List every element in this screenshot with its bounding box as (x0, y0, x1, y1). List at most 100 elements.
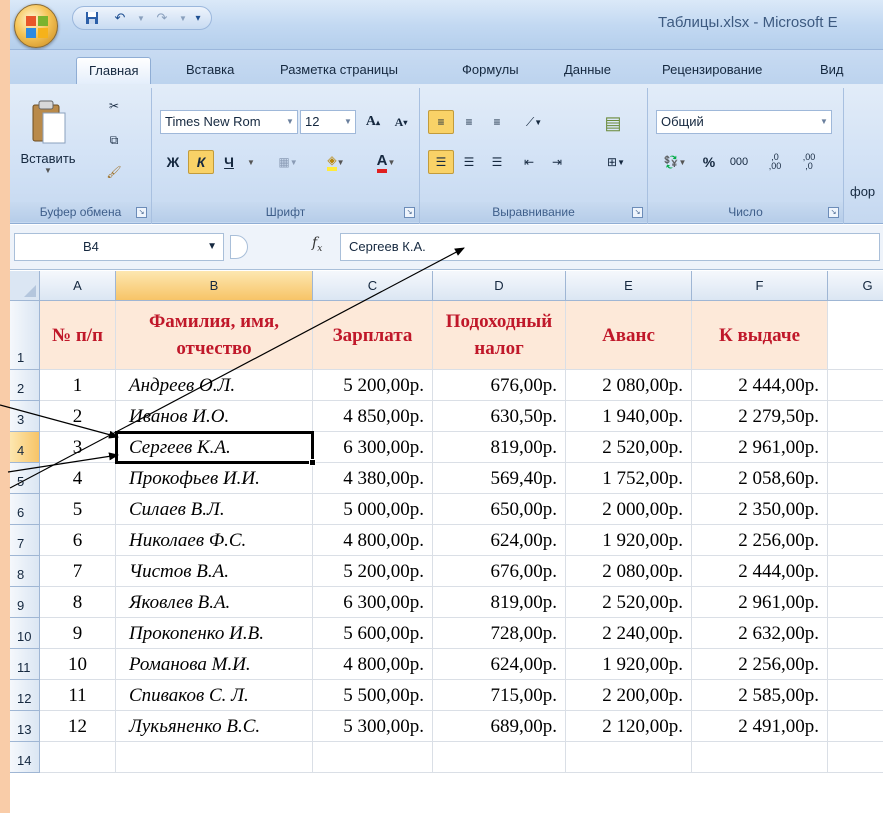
cell-number[interactable]: 9 (40, 618, 116, 649)
cell-income-tax[interactable]: 819,00р. (433, 587, 566, 618)
tab-review[interactable]: Рецензирование (650, 57, 774, 84)
cell-payout[interactable]: 2 058,60р. (692, 463, 828, 494)
cell-payout[interactable]: 2 256,00р. (692, 525, 828, 556)
row-header-3[interactable]: 3 (10, 401, 40, 432)
cell-advance[interactable]: 2 000,00р. (566, 494, 692, 525)
header-number[interactable]: № п/п (40, 301, 116, 370)
cell-full-name[interactable]: Спиваков С. Л. (116, 680, 313, 711)
formula-bar-resize-handle[interactable] (230, 235, 248, 259)
cell-income-tax[interactable]: 630,50р. (433, 401, 566, 432)
cell-advance[interactable]: 2 080,00р. (566, 370, 692, 401)
office-button[interactable] (14, 4, 58, 48)
cell-salary[interactable]: 4 380,00р. (313, 463, 433, 494)
undo-icon[interactable]: ↶ (109, 9, 131, 27)
row-header-1[interactable]: 1 (10, 301, 40, 370)
cell-number[interactable]: 6 (40, 525, 116, 556)
row-header-2[interactable]: 2 (10, 370, 40, 401)
cell-salary[interactable]: 4 800,00р. (313, 525, 433, 556)
borders-icon[interactable]: ▦ ▼ (268, 150, 308, 174)
cell-payout[interactable]: 2 585,00р. (692, 680, 828, 711)
save-icon[interactable] (81, 9, 103, 27)
dropdown-icon[interactable]: ▼ (244, 150, 258, 174)
cell-advance[interactable]: 1 752,00р. (566, 463, 692, 494)
table-cell[interactable] (828, 649, 883, 680)
tab-page-layout[interactable]: Разметка страницы (268, 57, 410, 84)
paste-button[interactable]: Вставить ▼ (16, 92, 80, 182)
table-cell[interactable] (828, 432, 883, 463)
row-header-5[interactable]: 5 (10, 463, 40, 494)
column-header-f[interactable]: F (692, 271, 828, 301)
decrease-decimal-icon[interactable]: ,00,0 (794, 150, 824, 174)
row-header-9[interactable]: 9 (10, 587, 40, 618)
tab-view[interactable]: Вид (808, 57, 856, 84)
cell-income-tax[interactable]: 819,00р. (433, 432, 566, 463)
header-payout[interactable]: К выдаче (692, 301, 828, 370)
column-header-c[interactable]: C (313, 271, 433, 301)
cell-payout[interactable]: 2 961,00р. (692, 432, 828, 463)
cell-full-name[interactable]: Николаев Ф.С. (116, 525, 313, 556)
header-advance[interactable]: Аванс (566, 301, 692, 370)
table-cell[interactable] (828, 618, 883, 649)
cell-payout[interactable]: 2 444,00р. (692, 370, 828, 401)
table-cell[interactable] (433, 742, 566, 773)
cell-payout[interactable]: 2 279,50р. (692, 401, 828, 432)
cell-number[interactable]: 8 (40, 587, 116, 618)
row-header-12[interactable]: 12 (10, 680, 40, 711)
cell-income-tax[interactable]: 624,00р. (433, 649, 566, 680)
underline-button[interactable]: Ч (216, 150, 242, 174)
name-box[interactable]: B4 ▼ (14, 233, 224, 261)
cell-number[interactable]: 1 (40, 370, 116, 401)
table-cell[interactable] (40, 742, 116, 773)
table-cell[interactable] (828, 370, 883, 401)
row-header-7[interactable]: 7 (10, 525, 40, 556)
cell-income-tax[interactable]: 715,00р. (433, 680, 566, 711)
row-header-14[interactable]: 14 (10, 742, 40, 773)
fill-handle[interactable] (309, 459, 316, 466)
cell-salary[interactable]: 5 500,00р. (313, 680, 433, 711)
customize-qat-icon[interactable]: ▾ (193, 9, 203, 27)
cell-salary[interactable]: 5 600,00р. (313, 618, 433, 649)
cell-advance[interactable]: 1 920,00р. (566, 649, 692, 680)
dropdown-icon[interactable]: ▼ (179, 9, 187, 27)
cell-advance[interactable]: 1 920,00р. (566, 525, 692, 556)
cell-salary[interactable]: 5 000,00р. (313, 494, 433, 525)
cell-income-tax[interactable]: 728,00р. (433, 618, 566, 649)
cell-income-tax[interactable]: 569,40р. (433, 463, 566, 494)
cell-payout[interactable]: 2 256,00р. (692, 649, 828, 680)
currency-format-icon[interactable]: 💱 ▼ (656, 150, 694, 174)
increase-indent-icon[interactable]: ⇥ (544, 150, 570, 174)
table-cell[interactable] (116, 742, 313, 773)
cell-income-tax[interactable]: 676,00р. (433, 370, 566, 401)
number-format-select[interactable]: Общий ▼ (656, 110, 832, 134)
cell-number[interactable]: 7 (40, 556, 116, 587)
align-right-icon[interactable]: ☰ (484, 150, 510, 174)
decrease-indent-icon[interactable]: ⇤ (516, 150, 542, 174)
cell-number[interactable]: 4 (40, 463, 116, 494)
cell-advance[interactable]: 2 240,00р. (566, 618, 692, 649)
cell-income-tax[interactable]: 624,00р. (433, 525, 566, 556)
table-cell[interactable] (828, 463, 883, 494)
cell-full-name[interactable]: Иванов И.О. (116, 401, 313, 432)
cell-full-name[interactable]: Яковлев В.А. (116, 587, 313, 618)
tab-insert[interactable]: Вставка (174, 57, 246, 84)
cell-full-name[interactable]: Романова М.И. (116, 649, 313, 680)
align-center-icon[interactable]: ☰ (456, 150, 482, 174)
cell-advance[interactable]: 2 520,00р. (566, 587, 692, 618)
format-painter-icon[interactable]: 🖌 (102, 160, 126, 184)
table-cell[interactable] (828, 680, 883, 711)
font-name-select[interactable]: Times New Rom ▼ (160, 110, 298, 134)
thousands-separator-button[interactable]: 000 (724, 150, 754, 174)
cell-salary[interactable]: 4 850,00р. (313, 401, 433, 432)
shrink-font-button[interactable]: A ▾ (388, 110, 414, 134)
fill-color-icon[interactable]: ◈ ▼ (314, 150, 358, 174)
select-all-button[interactable] (10, 271, 40, 301)
cell-full-name[interactable]: Чистов В.А. (116, 556, 313, 587)
table-cell[interactable] (828, 587, 883, 618)
column-header-e[interactable]: E (566, 271, 692, 301)
cell-number[interactable]: 10 (40, 649, 116, 680)
wrap-text-icon[interactable]: ▤ (598, 106, 628, 140)
cell-full-name[interactable]: Сергеев К.А. (116, 432, 313, 463)
percent-button[interactable]: % (698, 150, 720, 174)
align-top-icon[interactable]: ≡ (428, 110, 454, 134)
increase-decimal-icon[interactable]: ,0,00 (760, 150, 790, 174)
